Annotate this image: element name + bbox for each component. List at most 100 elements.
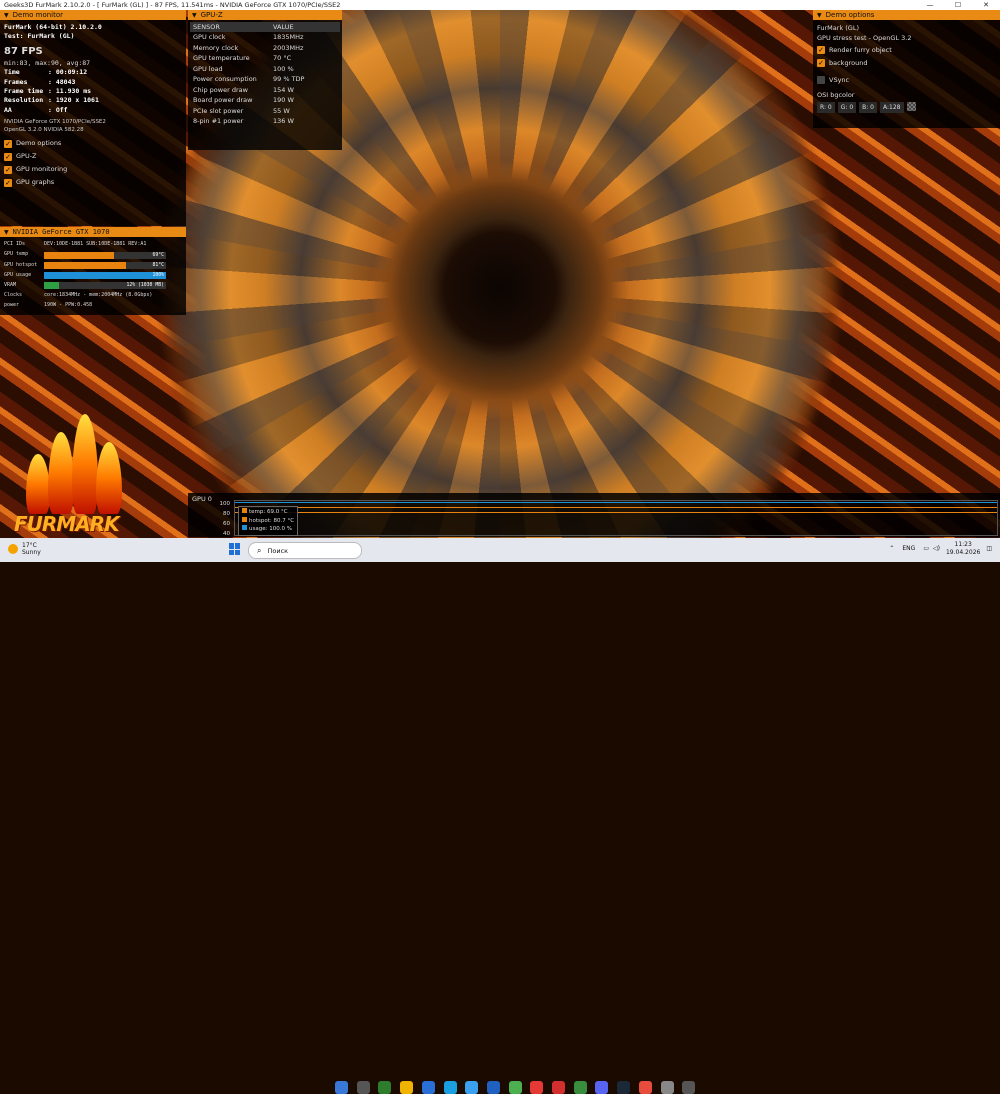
checkmark-icon[interactable]: ✓ — [4, 152, 12, 161]
sensor-value: 1835MHz — [273, 33, 304, 42]
legend-swatch — [242, 516, 247, 522]
volume-icon[interactable]: ◁) — [933, 545, 940, 552]
stat-label: Resolution — [4, 96, 44, 105]
taskbar-app-icon[interactable] — [660, 1081, 674, 1094]
demo-monitor-header[interactable]: ▼ Demo monitor — [0, 10, 186, 20]
taskbar-app-icon[interactable] — [443, 1081, 457, 1094]
taskbar-app-icon[interactable] — [508, 1081, 522, 1094]
checkmark-icon[interactable]: ✓ — [817, 58, 825, 67]
bgcolor-fields: R: 0 G: 0 B: 0 A:128 — [817, 102, 996, 113]
gpu-bar-row: VRAM 12% (1030 MB) — [4, 281, 182, 291]
minimize-button[interactable]: — — [916, 1, 944, 9]
taskbar-app-icon[interactable] — [486, 1081, 500, 1094]
maximize-button[interactable]: ☐ — [944, 1, 972, 9]
checkbox-vsync[interactable]: VSync — [817, 73, 996, 86]
taskbar-app-icon[interactable] — [552, 1081, 565, 1094]
table-row: GPU temperature 70 °C — [190, 53, 340, 64]
checkbox-background[interactable]: ✓ background — [817, 56, 996, 69]
progress-fill — [44, 282, 59, 290]
app-version: FurMark (64-bit) 2.10.2.0 — [4, 23, 102, 31]
network-icon[interactable]: ▭ — [923, 545, 929, 552]
usage-line — [235, 502, 997, 503]
collapse-triangle-icon[interactable]: ▼ — [4, 12, 9, 19]
stat-label: AA — [4, 105, 12, 114]
bar-label: GPU temp — [4, 251, 29, 258]
stat-value: : 11.930 ms — [48, 87, 92, 96]
taskbar-app-icon[interactable] — [595, 1081, 609, 1094]
legend-entry: usage: 100.0 % — [242, 525, 294, 534]
clock[interactable]: 11:23 19.04.2026 — [946, 541, 980, 556]
checkmark-icon[interactable]: ✓ — [817, 45, 825, 54]
taskbar-app-icon[interactable] — [356, 1081, 370, 1094]
pci-row: PCI IDs DEV:10DE-1B81 SUB:10DE-1B81 REV:… — [4, 240, 182, 250]
clock-date: 19.04.2026 — [945, 548, 981, 556]
checkmark-icon[interactable]: ✓ — [4, 139, 12, 148]
gpu-bar-row: GPU usage 100% — [4, 271, 182, 281]
windows-logo-icon — [235, 549, 240, 555]
checkbox-render-furry-object[interactable]: ✓ Render furry object — [817, 43, 996, 56]
system-tray: ⌃ ENG ▭ ◁) 11:23 19.04.2026 ◫ — [889, 541, 992, 556]
stat-value: : Off — [48, 105, 68, 114]
taskbar-app-icon[interactable] — [530, 1081, 544, 1094]
language-indicator[interactable]: ENG — [902, 545, 915, 552]
checkbox-empty-icon[interactable] — [817, 75, 825, 84]
taskbar-app-icon[interactable] — [378, 1081, 392, 1094]
table-row: Chip power draw 154 W — [190, 85, 340, 96]
checkbox-gpu-monitoring[interactable]: ✓ GPU monitoring — [4, 163, 182, 176]
demo-options-header[interactable]: ▼ Demo options — [813, 10, 1000, 20]
taskbar-app-icon[interactable] — [335, 1081, 348, 1094]
table-row: GPU load 100 % — [190, 64, 340, 75]
notifications-icon[interactable]: ◫ — [986, 545, 992, 552]
table-row: Power consumption 99 % TDP — [190, 74, 340, 85]
sensor-value: 136 W — [273, 117, 294, 126]
checkbox-gpu-graphs[interactable]: ✓ GPU graphs — [4, 176, 182, 189]
bgcolor-field[interactable]: A:128 — [880, 102, 904, 113]
taskbar-app-icon[interactable] — [573, 1081, 587, 1094]
taskbar-app-icon[interactable] — [617, 1081, 631, 1094]
bgcolor-field[interactable]: R: 0 — [817, 102, 835, 113]
stat-row: Frame time: 11.930 ms — [4, 87, 182, 96]
demo-subtitle: GPU stress test - OpenGL 3.2 — [817, 34, 912, 42]
checkmark-icon[interactable]: ✓ — [4, 165, 12, 174]
taskbar-app-icon[interactable] — [682, 1081, 696, 1094]
gpu-info-panel: ▼ NVIDIA GeForce GTX 1070 PCI IDs DEV:10… — [0, 227, 186, 315]
bar-value: 69°C — [152, 252, 164, 258]
collapse-triangle-icon[interactable]: ▼ — [192, 12, 197, 19]
taskbar-app-icon[interactable] — [421, 1081, 435, 1094]
demo-name: FurMark (GL) — [817, 24, 859, 32]
tray-chevron-icon[interactable]: ⌃ — [889, 545, 894, 552]
y-tick-label: 60 — [223, 521, 230, 527]
sensor-name: GPU load — [193, 64, 223, 73]
gpu-info-header[interactable]: ▼ NVIDIA GeForce GTX 1070 — [0, 227, 186, 237]
flame-shape — [48, 432, 74, 514]
checkbox-gpu-z[interactable]: ✓ GPU-Z — [4, 150, 182, 163]
collapse-triangle-icon[interactable]: ▼ — [817, 12, 822, 19]
sensor-name: GPU clock — [193, 33, 226, 42]
demo-monitor-title: Demo monitor — [12, 11, 64, 19]
start-button[interactable] — [229, 543, 241, 555]
gpuz-header[interactable]: ▼ GPU-Z — [188, 10, 342, 20]
gpu-bar-row: GPU hotspot 81°C — [4, 260, 182, 270]
taskbar-app-icon[interactable] — [400, 1081, 414, 1094]
fps-value: 87 FPS — [4, 45, 43, 57]
checkbox-label: Render furry object — [829, 45, 892, 54]
gpuz-title: GPU-Z — [200, 11, 223, 19]
bar-value: 100% — [152, 273, 164, 279]
taskbar-search[interactable]: ⌕ Поиск — [248, 542, 362, 559]
sensor-value: 70 °C — [273, 54, 292, 63]
taskbar-app-icon[interactable] — [465, 1081, 479, 1094]
collapse-triangle-icon[interactable]: ▼ — [4, 229, 9, 236]
bgcolor-field[interactable]: B: 0 — [859, 102, 878, 113]
close-button[interactable]: ✕ — [972, 1, 1000, 9]
taskbar-app-icon[interactable] — [638, 1081, 652, 1094]
gpu-name: NVIDIA GeForce GTX 1070 — [12, 228, 110, 236]
sensor-name: 8-pin #1 power — [193, 117, 244, 126]
weather-widget[interactable]: 17°C Sunny — [8, 542, 41, 556]
table-row: PCIe slot power 55 W — [190, 106, 340, 117]
color-picker-icon[interactable] — [906, 102, 916, 111]
checkbox-demo-options[interactable]: ✓ Demo options — [4, 137, 182, 150]
power-value: 190W - PPW:0.458 — [44, 302, 93, 309]
bgcolor-field[interactable]: G: 0 — [837, 102, 857, 113]
checkmark-icon[interactable]: ✓ — [4, 178, 12, 187]
gpuz-panel: ▼ GPU-Z SENSOR VALUE GPU clock 1835MHz Mem… — [188, 10, 342, 150]
